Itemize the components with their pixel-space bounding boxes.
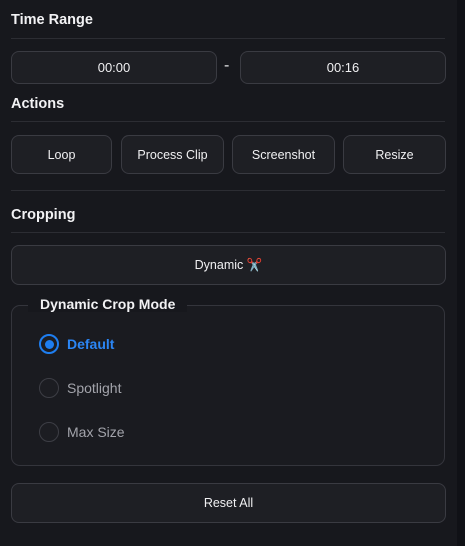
- loop-button[interactable]: Loop: [11, 135, 112, 174]
- start-time-input[interactable]: [11, 51, 217, 84]
- radio-label: Max Size: [67, 424, 125, 440]
- radio-option-spotlight[interactable]: Spotlight: [39, 378, 121, 398]
- scrollbar[interactable]: [457, 0, 465, 546]
- divider: [11, 232, 445, 233]
- dynamic-crop-button[interactable]: Dynamic ✂️: [11, 245, 446, 285]
- process-clip-button[interactable]: Process Clip: [121, 135, 224, 174]
- end-time-input[interactable]: [240, 51, 446, 84]
- actions-title: Actions: [11, 96, 65, 112]
- divider: [11, 38, 445, 39]
- time-separator: -: [224, 57, 230, 74]
- time-range-title: Time Range: [11, 12, 93, 28]
- crop-settings-panel: Time Range - Actions Loop Process Clip S…: [0, 0, 457, 546]
- radio-label: Default: [67, 336, 115, 352]
- radio-option-max-size[interactable]: Max Size: [39, 422, 125, 442]
- radio-option-default[interactable]: Default: [39, 334, 114, 354]
- radio-button[interactable]: [39, 422, 59, 442]
- radio-button[interactable]: [39, 378, 59, 398]
- divider: [11, 121, 445, 122]
- screenshot-button[interactable]: Screenshot: [232, 135, 335, 174]
- radio-label: Spotlight: [67, 380, 122, 396]
- radio-button-checked[interactable]: [39, 334, 59, 354]
- resize-button[interactable]: Resize: [343, 135, 446, 174]
- divider: [11, 190, 445, 191]
- crop-mode-legend: Dynamic Crop Mode: [28, 296, 188, 312]
- reset-all-button[interactable]: Reset All: [11, 483, 446, 523]
- cropping-title: Cropping: [11, 207, 76, 223]
